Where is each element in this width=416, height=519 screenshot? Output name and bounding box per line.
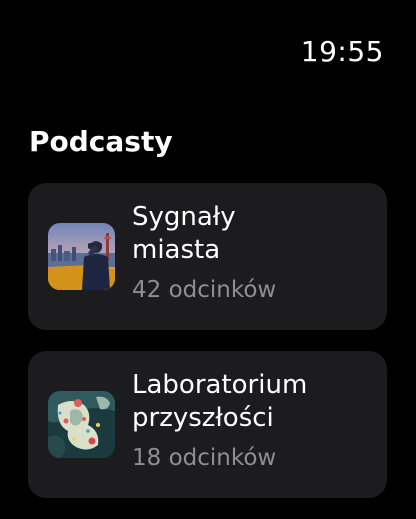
podcast-card-sygnaly-miasta[interactable]: Sygnały miasta 42 odcinków <box>28 183 387 330</box>
city-skyline-artwork-icon <box>48 223 115 290</box>
podcast-episode-count: 18 odcinków <box>132 445 277 471</box>
status-time: 19:55 <box>300 35 384 68</box>
podcast-card-text: Laboratorium przyszłości 18 odcinków <box>132 369 372 473</box>
abstract-map-artwork-icon <box>48 391 115 458</box>
podcast-episode-count: 42 odcinków <box>132 277 277 303</box>
podcast-list: Sygnały miasta 42 odcinków Laboratorium … <box>28 183 387 519</box>
podcast-card-text: Sygnały miasta 42 odcinków <box>132 201 372 305</box>
podcast-card-laboratorium-przyszlosci[interactable]: Laboratorium przyszłości 18 odcinków <box>28 351 387 498</box>
podcast-title: Sygnały miasta <box>132 202 236 265</box>
page-title: Podcasty <box>29 125 173 158</box>
podcast-title: Laboratorium przyszłości <box>132 370 308 433</box>
